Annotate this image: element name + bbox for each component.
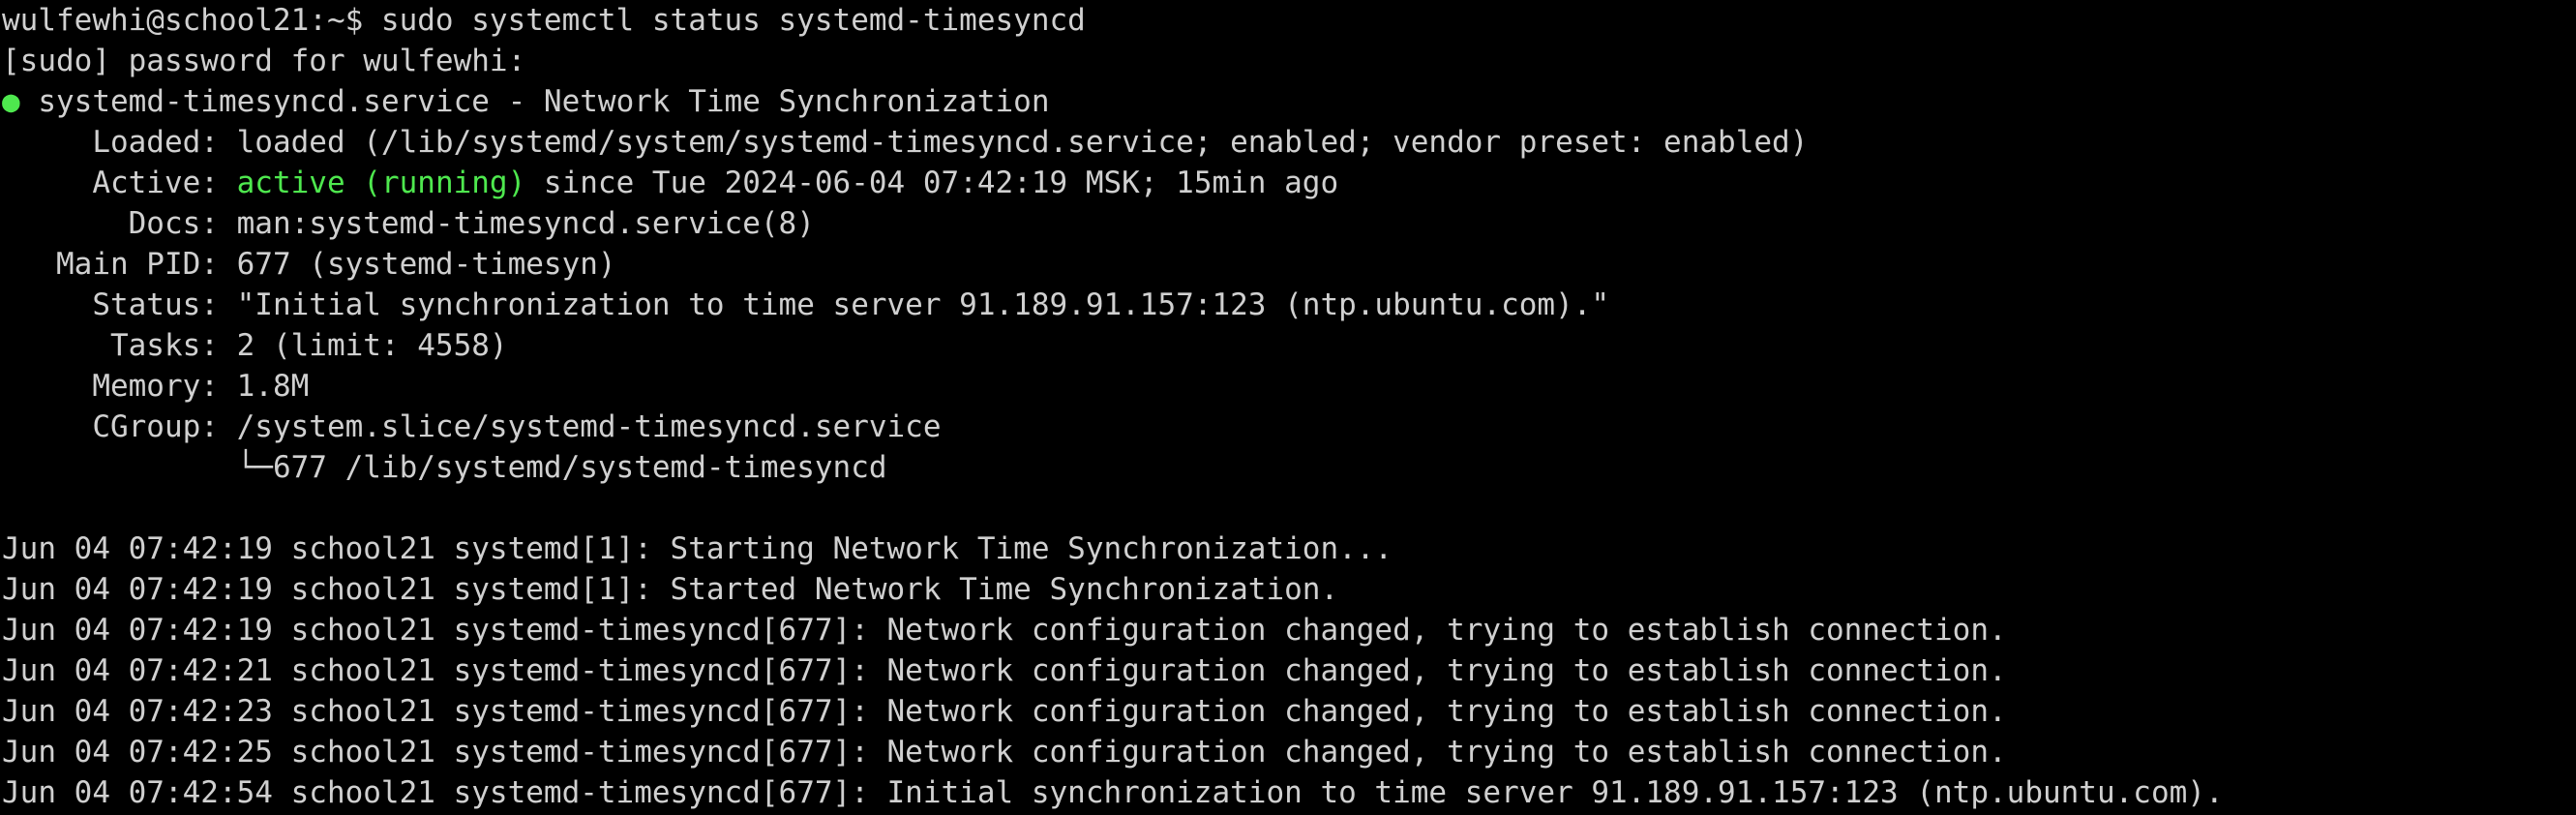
terminal-window[interactable]: wulfewhi@school21:~$ sudo systemctl stat… xyxy=(0,0,2576,815)
log-line: Jun 04 07:42:23 school21 systemd-timesyn… xyxy=(2,694,2007,729)
log-line: Jun 04 07:42:19 school21 systemd[1]: Sta… xyxy=(2,531,1393,566)
active-since: since Tue 2024-06-04 07:42:19 MSK; 15min… xyxy=(525,166,1339,200)
memory-line: Memory: 1.8M xyxy=(2,369,310,404)
tasks-line: Tasks: 2 (limit: 4558) xyxy=(2,328,508,363)
main-pid-line: Main PID: 677 (systemd-timesyn) xyxy=(2,247,616,282)
service-header-text: systemd-timesyncd.service - Network Time… xyxy=(19,84,1050,119)
log-line: Jun 04 07:42:25 school21 systemd-timesyn… xyxy=(2,735,2007,770)
log-line: Jun 04 07:42:21 school21 systemd-timesyn… xyxy=(2,653,2007,688)
active-label: Active: xyxy=(2,166,237,200)
active-state: active (running) xyxy=(236,166,526,200)
prompt-line: wulfewhi@school21:~$ sudo systemctl stat… xyxy=(2,3,1086,38)
sudo-password-prompt: [sudo] password for wulfewhi: xyxy=(2,44,526,78)
service-header-line: ● systemd-timesyncd.service - Network Ti… xyxy=(2,81,2576,122)
docs-line: Docs: man:systemd-timesyncd.service(8) xyxy=(2,206,815,241)
loaded-line: Loaded: loaded (/lib/systemd/system/syst… xyxy=(2,125,1809,160)
log-line: Jun 04 07:42:54 school21 systemd-timesyn… xyxy=(2,775,2224,810)
status-line: Status: "Initial synchronization to time… xyxy=(2,287,1610,322)
cgroup-line: CGroup: /system.slice/systemd-timesyncd.… xyxy=(2,409,942,444)
log-line: Jun 04 07:42:19 school21 systemd[1]: Sta… xyxy=(2,572,1339,607)
cgroup-child-line: └─677 /lib/systemd/systemd-timesyncd xyxy=(2,450,887,485)
log-line: Jun 04 07:42:19 school21 systemd-timesyn… xyxy=(2,613,2007,648)
status-dot-icon: ● xyxy=(2,84,20,119)
active-line: Active: active (running) since Tue 2024-… xyxy=(2,163,2576,203)
